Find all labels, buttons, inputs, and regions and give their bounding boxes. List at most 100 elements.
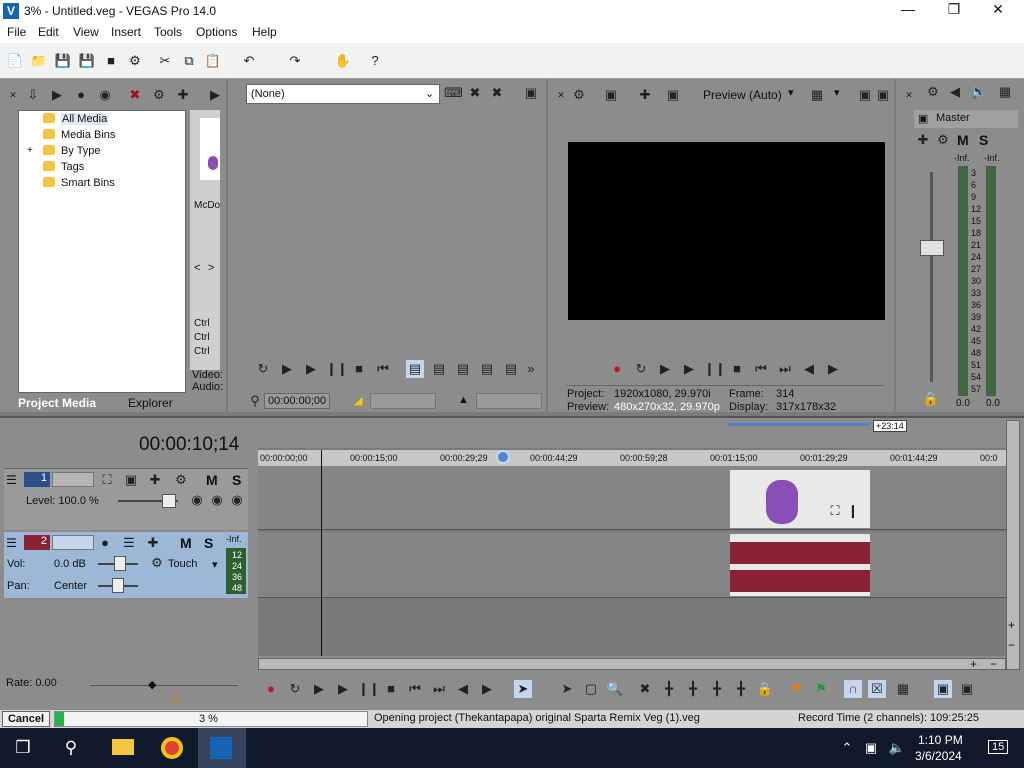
prev-frame-icon[interactable]: ◀ [800,360,818,378]
horizontal-scrollbar[interactable] [258,658,1006,670]
invert-phase-icon[interactable]: ☰ [120,534,138,552]
lock-icon[interactable]: 🔒 [922,390,940,408]
next-frame-icon[interactable]: ▶ [824,360,842,378]
motion-icon[interactable]: ⛶ [98,471,116,489]
h-zoom-in-icon[interactable]: + [970,657,977,671]
master-solo-button[interactable]: S [979,132,988,148]
file-explorer-icon[interactable] [112,739,134,755]
menu-insert[interactable]: Insert [111,25,141,39]
audio-track-lane[interactable] [258,532,1006,598]
tab-explorer[interactable]: Explorer [128,396,173,410]
menu-help[interactable]: Help [252,25,277,39]
record-icon[interactable]: ● [608,360,626,378]
zoom-in-icon[interactable]: + [1008,618,1015,632]
menu-edit[interactable]: Edit [38,25,59,39]
chevron-up-icon[interactable]: ⌃ [838,739,856,757]
video-track-lane[interactable] [258,466,1006,530]
notification-badge[interactable]: 15 [988,740,1009,754]
chrome-icon[interactable] [161,737,183,759]
h-zoom-out-icon[interactable]: − [990,657,997,671]
prev-frame-icon[interactable]: ◀ [454,680,472,698]
rate-slider-handle-icon[interactable]: ◆ [148,678,156,691]
trimmer-out-field[interactable] [476,393,542,409]
tab-project-media[interactable]: Project Media [18,396,96,410]
save-as-icon[interactable]: 💾 [78,52,96,70]
chevron-down-icon[interactable]: ▾ [212,558,218,571]
zoom-out-icon[interactable]: − [1008,638,1015,652]
loop-icon[interactable]: ↻ [254,360,272,378]
paste-icon[interactable]: 📋 [204,52,222,70]
gear-icon[interactable]: ⚙ [924,83,942,101]
new-icon[interactable]: 📄 [6,52,24,70]
track-name-field[interactable] [52,535,94,550]
window-icon[interactable]: ▣ [522,84,540,102]
gear-icon[interactable]: ⚙ [150,86,168,104]
blend-icon[interactable]: ◉ [208,491,226,509]
go-to-end-icon[interactable]: ⏭ [776,360,794,378]
blend-icon[interactable]: ◉ [188,491,206,509]
gear-icon[interactable]: ⚙ [172,471,190,489]
capture-icon[interactable]: ▶ [48,86,66,104]
blend-icon[interactable]: ◉ [228,491,246,509]
tree-item-media-bins[interactable]: Media Bins [61,129,115,141]
arm-record-icon[interactable]: ● [96,534,114,552]
menu-file[interactable]: File [7,25,26,39]
help-icon[interactable]: ? [366,52,384,70]
level-slider-handle[interactable] [162,494,176,508]
nav-left-icon[interactable]: < [194,262,200,274]
tree-item-all-media[interactable]: All Media [61,113,109,125]
next-frame-icon[interactable]: ▶ [478,680,496,698]
search-icon[interactable]: ⚲ [62,739,80,757]
properties-icon[interactable]: ⚙ [126,52,144,70]
redo-icon[interactable]: ↷ [286,52,304,70]
stop-icon[interactable]: ■ [350,360,368,378]
envelope-tool-icon[interactable]: ➤ [558,680,576,698]
mute-button[interactable]: M [206,472,218,488]
rate-reset-icon[interactable]: △ [172,690,180,703]
more-icon[interactable]: » [522,360,540,378]
gear-icon[interactable]: ⚙ [148,554,166,572]
fx-icon[interactable]: ✚ [144,534,162,552]
chevron-down-icon[interactable]: ▾ [834,86,840,99]
rate-slider-track[interactable] [90,685,238,686]
trim-start-icon[interactable]: ╋ [684,680,702,698]
downmix-icon[interactable]: ◀ [946,83,964,101]
minimize-icon[interactable]: — [888,1,928,17]
trim-icon[interactable]: ╋ [660,680,678,698]
stop-icon[interactable]: ■ [728,360,746,378]
subclip-icon[interactable]: ▤ [502,360,520,378]
grid-icon[interactable]: ▦ [808,86,826,104]
vegas-taskbar-button[interactable] [198,728,246,768]
mute-button[interactable]: M [180,535,192,551]
overwrite-icon[interactable]: ▤ [454,360,472,378]
undo-icon[interactable]: ↶ [240,52,258,70]
trimmer-in-field[interactable] [370,393,436,409]
close-icon[interactable]: ✕ [552,86,570,104]
audio-track-header[interactable]: ☰ 2 ● ☰ ✚ M S -Inf. Vol: 0.0 dB ⚙ Touch … [4,532,248,598]
preview-quality-select[interactable]: Preview (Auto) [703,88,782,102]
marker-icon[interactable]: ⚲ [246,392,264,410]
save-icon[interactable]: 💾 [54,52,72,70]
volume-icon[interactable]: 🔈 [888,739,906,757]
play-from-start-icon[interactable]: ▶ [656,360,674,378]
track-name-field[interactable] [52,472,94,487]
pause-icon[interactable]: ❙❙ [358,680,380,698]
trimmer-select[interactable]: (None) ⌄ [246,84,440,104]
nav-right-icon[interactable]: > [208,262,214,274]
pause-icon[interactable]: ❙❙ [326,360,348,378]
master-mute-button[interactable]: M [957,132,969,148]
solo-button[interactable]: S [204,535,213,551]
loop-icon[interactable]: ↻ [632,360,650,378]
playhead-cursor[interactable] [321,450,322,656]
menu-tools[interactable]: Tools [154,25,182,39]
play-icon[interactable]: ▶ [206,86,224,104]
delete-icon[interactable]: ✖ [636,680,654,698]
collapse-icon[interactable]: ☰ [6,536,17,550]
loop-region-bar[interactable] [728,423,870,426]
media-thumbnail[interactable] [200,118,220,180]
ripple-icon[interactable]: ▦ [894,680,912,698]
gear-icon[interactable]: ⚙ [934,131,952,149]
copy-snapshot-icon[interactable]: ▣ [856,86,874,104]
clear-icon[interactable]: ✖ [466,84,484,102]
lock-icon[interactable]: 🔒 [756,680,774,698]
